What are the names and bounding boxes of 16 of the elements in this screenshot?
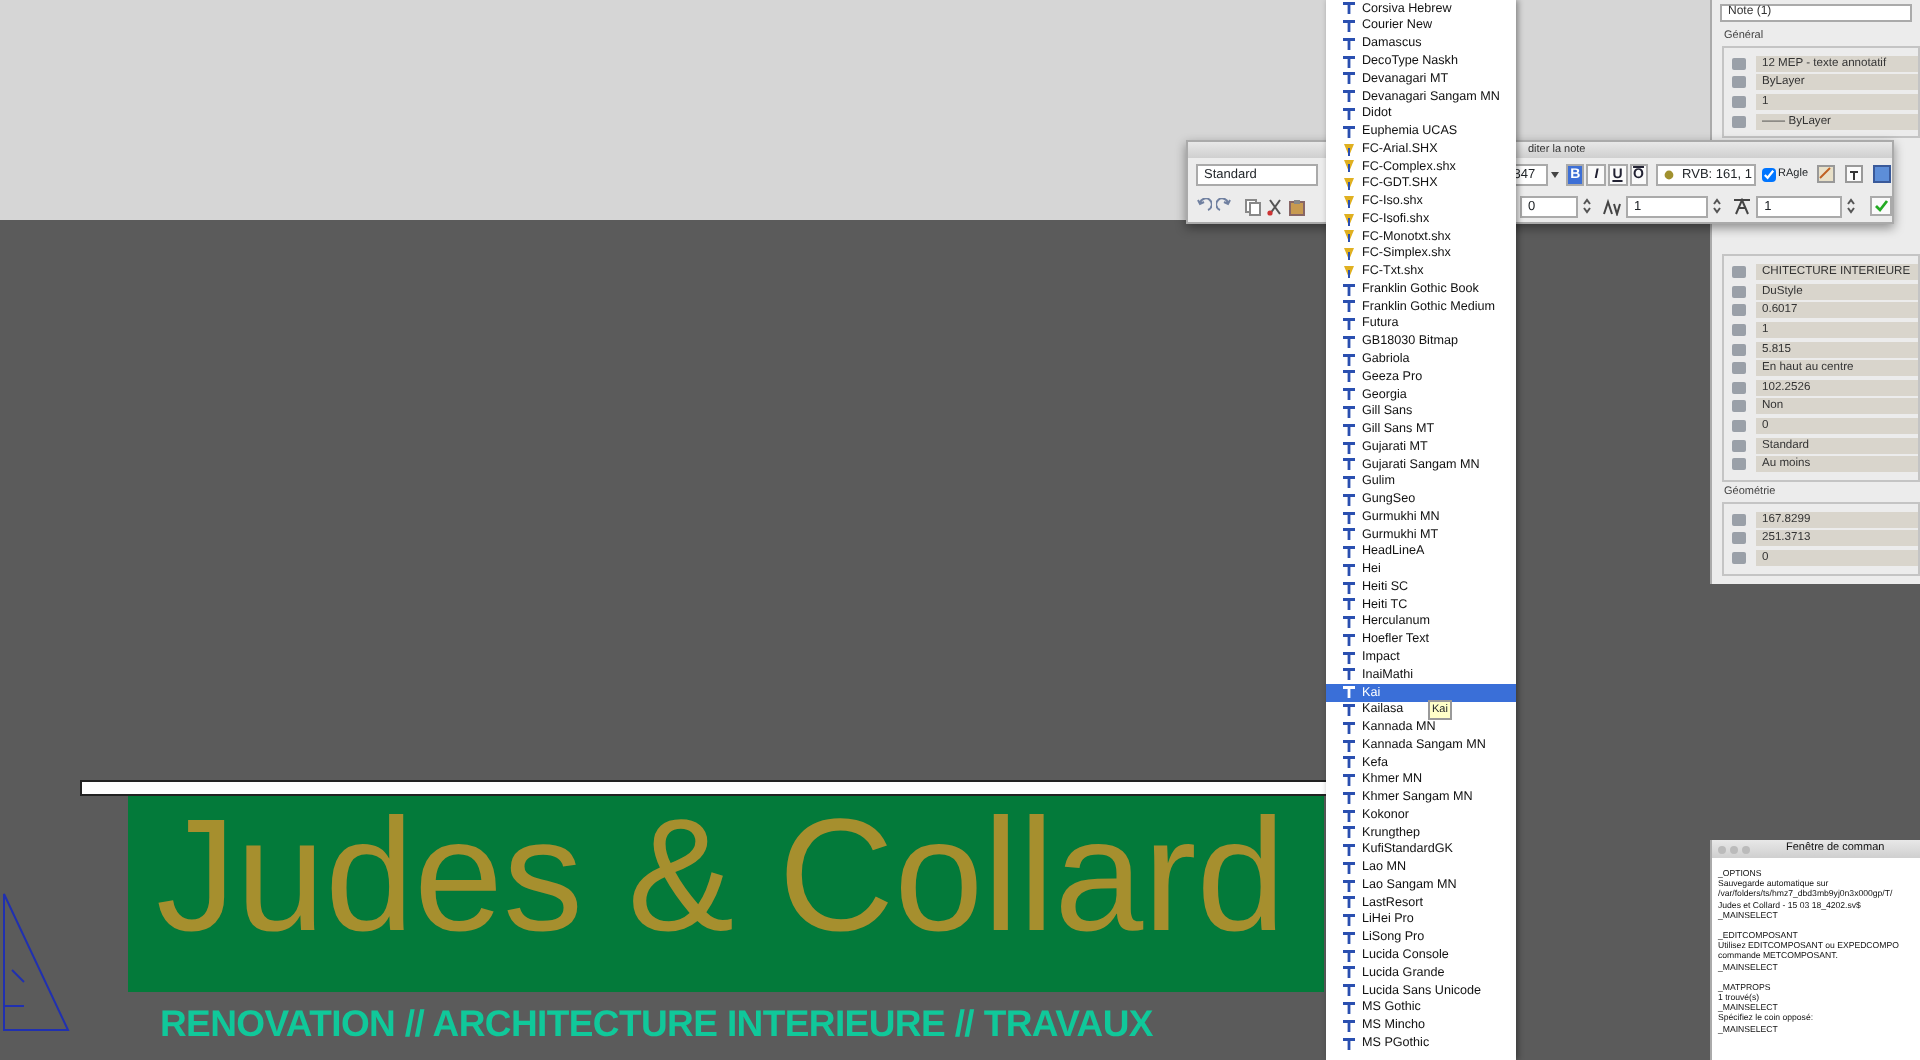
width-factor-icon xyxy=(1732,197,1753,215)
drawing-title: Judes & Collard xyxy=(156,796,1286,956)
triangle-drawing xyxy=(0,890,72,1034)
ragle-checkbox[interactable] xyxy=(1762,167,1777,181)
spinner-icon[interactable] xyxy=(1846,196,1856,216)
spinner-icon[interactable] xyxy=(1581,196,1592,216)
spinner-icon[interactable] xyxy=(1712,196,1723,216)
undo-icon[interactable] xyxy=(1196,198,1212,214)
drawing-subtitle: RENOVATION // ARCHITECTURE INTERIEURE // TRAVAUX xyxy=(160,1000,1153,1048)
redo-icon[interactable] xyxy=(1216,198,1232,214)
copy-icon[interactable] xyxy=(1244,197,1262,215)
paste-icon[interactable] xyxy=(1288,197,1306,215)
color-swatch-icon xyxy=(1664,169,1675,179)
cut-icon[interactable] xyxy=(1266,197,1284,215)
tracking-icon xyxy=(1601,197,1622,215)
confirm-icon[interactable] xyxy=(1870,196,1892,216)
